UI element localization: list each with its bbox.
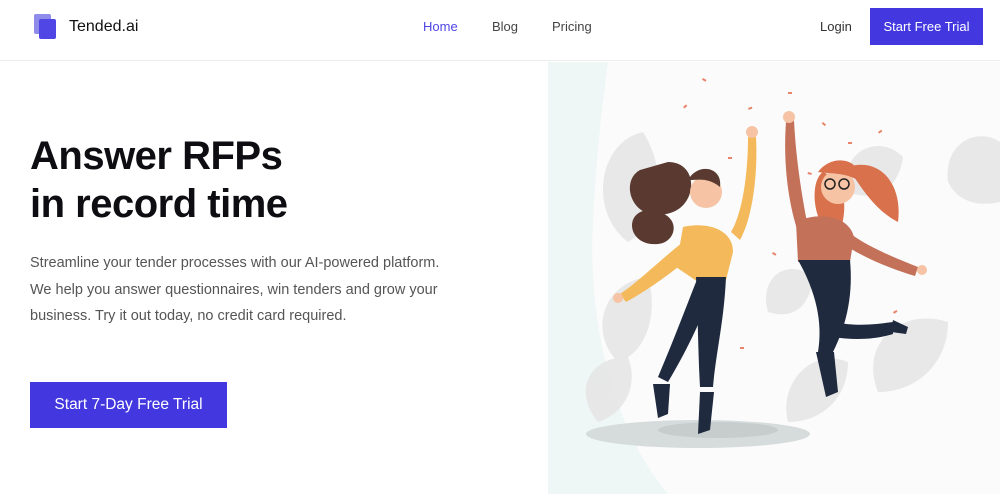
hero-title: Answer RFPs in record time (30, 132, 288, 228)
hero-subtitle: Streamline your tender processes with ou… (30, 255, 440, 324)
hero-title-line-1: Answer RFPs (30, 134, 283, 178)
celebrating-women-illustration (548, 62, 1000, 494)
nav-home-link[interactable]: Home (423, 19, 458, 34)
start-free-trial-button[interactable]: Start Free Trial (870, 8, 983, 45)
start-7-day-trial-button[interactable]: Start 7-Day Free Trial (30, 382, 227, 428)
site-header: Tended.ai Home Blog Pricing Login Start … (0, 0, 1000, 61)
login-link[interactable]: Login (820, 19, 852, 34)
hero-illustration (548, 62, 1000, 494)
hero-title-line-2: in record time (30, 182, 288, 226)
nav-pricing-link[interactable]: Pricing (552, 19, 592, 34)
nav-blog-link[interactable]: Blog (492, 19, 518, 34)
